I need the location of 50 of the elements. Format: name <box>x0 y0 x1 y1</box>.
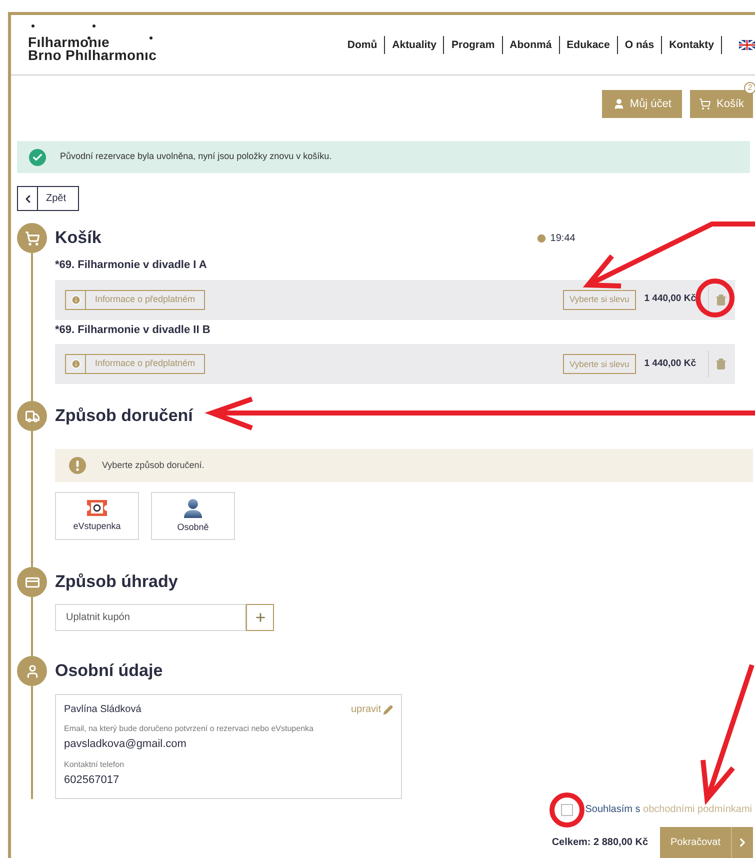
coupon-field[interactable]: Uplatnit kupón <box>55 604 246 631</box>
back-button[interactable]: Zpět <box>17 186 79 211</box>
user-icon <box>612 98 625 110</box>
nav-link[interactable]: Abonmá <box>502 36 560 54</box>
total-price: Celkem: 2 880,00 Kč <box>552 836 648 850</box>
customer-name: Pavlína Sládková <box>64 703 142 717</box>
alert-text: Původní rezervace byla uvolněna, nyní jsou položky znovu v košíku. <box>60 150 332 164</box>
clock-icon <box>536 232 548 244</box>
annotation-circle <box>696 278 734 318</box>
pencil-icon <box>383 704 393 714</box>
nav-link[interactable]: Kontakty <box>662 36 722 54</box>
plus-icon <box>254 611 266 624</box>
person-icon <box>183 498 203 518</box>
nav-link[interactable]: Program <box>444 36 503 54</box>
price: 1 440,00 Kč <box>644 356 696 371</box>
section-title: Košík <box>55 227 102 250</box>
info-icon <box>70 294 80 304</box>
cart-count-badge: 2 <box>744 82 755 94</box>
field-value: 602567017 <box>64 772 120 788</box>
field-label: Kontaktní telefon <box>64 758 126 770</box>
delivery-option[interactable]: Osobně <box>151 492 235 540</box>
logo-text[interactable]: Fılharmonıe <box>28 36 157 48</box>
item-title: *69. Filharmonie v divadle II B <box>55 322 212 338</box>
ticket-icon <box>86 498 108 517</box>
section-title: Osobní údaje <box>55 660 163 682</box>
cart-icon <box>699 98 712 110</box>
field-value: pavsladkova@gmail.com <box>64 737 188 752</box>
add-coupon-button[interactable] <box>246 604 274 631</box>
logo-text[interactable]: Brno Phılharmonıc <box>28 48 157 62</box>
field-label: Email, na který bude doručeno potvrzení o rezervaci nebo eVstupenka <box>64 723 314 735</box>
exclamation-icon <box>69 457 86 474</box>
delivery-option[interactable]: eVstupenka <box>55 492 139 540</box>
terms-label: Souhlasím s obchodními podmínkami <box>585 803 752 817</box>
warning-text: Vyberte způsob doručení. <box>102 458 204 472</box>
flag-icon[interactable] <box>739 40 755 50</box>
nav-link[interactable]: O nás <box>618 36 662 54</box>
nav-link[interactable]: Domů <box>340 36 386 54</box>
price: 1 440,00 Kč <box>644 292 696 306</box>
section-title: Způsob doručení <box>55 405 193 428</box>
terms-checkbox[interactable] <box>561 804 574 816</box>
section-title: Způsob úhrady <box>55 571 178 594</box>
trash-icon[interactable] <box>715 358 727 370</box>
nav-link[interactable]: Edukace <box>560 36 618 54</box>
timer: 19:44 <box>536 230 576 246</box>
nav-link[interactable]: Aktuality <box>385 36 444 54</box>
info-icon <box>70 359 80 369</box>
trash-icon[interactable] <box>715 294 727 306</box>
check-icon <box>29 148 46 166</box>
annotation-circle <box>550 792 584 828</box>
item-title: *69. Filharmonie v divadle I A <box>55 258 208 273</box>
